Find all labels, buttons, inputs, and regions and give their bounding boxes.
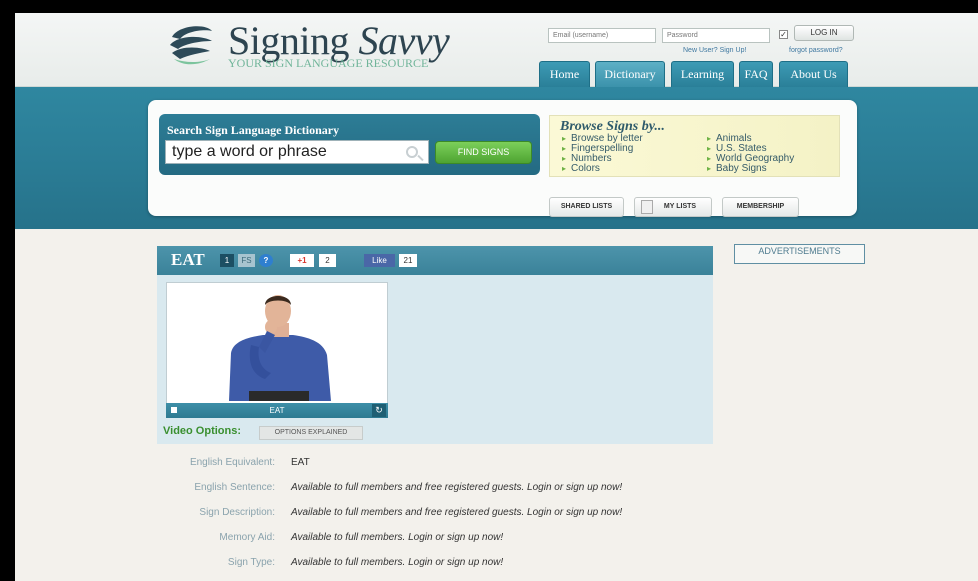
logo-hand-icon[interactable] — [166, 23, 216, 67]
browse-signs-box: Browse Signs by... Browse by letter Fing… — [549, 115, 840, 177]
facebook-like-button[interactable]: Like — [364, 254, 395, 267]
detail-label: English Equivalent: — [189, 457, 275, 468]
detail-value[interactable]: Available to full members. Login or sign… — [291, 557, 503, 568]
replay-icon[interactable]: ↻ — [372, 404, 386, 417]
facebook-like-count: 21 — [399, 254, 417, 267]
search-title: Search Sign Language Dictionary — [167, 123, 340, 137]
search-icon — [406, 146, 418, 158]
sign-video[interactable] — [166, 282, 388, 418]
search-input-text: type a word or phrase — [172, 143, 327, 160]
email-field[interactable]: Email (username) — [548, 28, 656, 43]
video-caption: EAT — [269, 406, 285, 415]
search-panel: Search Sign Language Dictionary type a w… — [148, 100, 857, 217]
login-button[interactable]: LOG IN — [794, 25, 854, 41]
advertisements-box: ADVERTISEMENTS — [734, 244, 865, 264]
browse-link-colors[interactable]: Colors — [562, 164, 643, 174]
detail-value[interactable]: Available to full members and free regis… — [291, 507, 622, 518]
sign-panel: EAT 1 FS ? +1 2 Like 21 EAT ↻ Video Opti… — [157, 246, 713, 444]
sign-header: EAT 1 FS ? +1 2 Like 21 — [157, 246, 713, 275]
tab-faq[interactable]: FAQ — [739, 61, 773, 87]
my-lists-label: MY LISTS — [663, 203, 697, 210]
remember-me-checkbox[interactable]: ✓ — [779, 30, 788, 39]
options-explained-button[interactable]: OPTIONS EXPLAINED — [259, 426, 363, 440]
signup-link[interactable]: New User? Sign Up! — [683, 47, 746, 54]
tab-about-us[interactable]: About Us — [779, 61, 848, 87]
video-controls: EAT ↻ — [166, 403, 388, 418]
sign-word-title: EAT — [171, 250, 205, 269]
page-frame: Signing Savvy YOUR SIGN LANGUAGE RESOURC… — [15, 13, 978, 581]
tab-learning[interactable]: Learning — [671, 61, 734, 87]
find-signs-button[interactable]: FIND SIGNS — [435, 141, 532, 164]
detail-value[interactable]: Available to full members. Login or sign… — [291, 532, 503, 543]
search-box: Search Sign Language Dictionary type a w… — [159, 114, 540, 175]
help-icon[interactable]: ? — [259, 254, 273, 267]
browse-column-1: Browse by letter Fingerspelling Numbers … — [562, 134, 643, 174]
password-field[interactable]: Password — [662, 28, 770, 43]
detail-label: Sign Description: — [199, 507, 275, 518]
detail-label: English Sentence: — [194, 482, 275, 493]
list-icon — [641, 200, 653, 214]
detail-label: Memory Aid: — [219, 532, 275, 543]
detail-label: Sign Type: — [227, 557, 275, 568]
browse-column-2: Animals U.S. States World Geography Baby… — [707, 134, 794, 174]
tab-dictionary[interactable]: Dictionary — [595, 61, 665, 87]
shared-lists-button[interactable]: SHARED LISTS — [549, 197, 624, 217]
site-tagline: YOUR SIGN LANGUAGE RESOURCE — [228, 56, 429, 70]
variant-1-button[interactable]: 1 — [220, 254, 234, 267]
fingerspell-button[interactable]: FS — [238, 254, 255, 267]
my-lists-button[interactable]: MY LISTS — [634, 197, 712, 217]
google-plus-button[interactable]: +1 — [290, 254, 314, 267]
membership-button[interactable]: MEMBERSHIP — [722, 197, 799, 217]
search-input[interactable]: type a word or phrase — [165, 140, 429, 164]
browse-link-baby-signs[interactable]: Baby Signs — [707, 164, 794, 174]
detail-value[interactable]: Available to full members and free regis… — [291, 482, 622, 493]
video-options-label: Video Options: — [163, 425, 242, 437]
tab-home[interactable]: Home — [539, 61, 590, 87]
forgot-password-link[interactable]: forgot password? — [789, 47, 843, 54]
google-plus-count: 2 — [319, 254, 336, 267]
detail-value: EAT — [291, 457, 310, 468]
signer-figure-icon — [229, 295, 331, 401]
site-header: Signing Savvy YOUR SIGN LANGUAGE RESOURC… — [15, 13, 978, 87]
